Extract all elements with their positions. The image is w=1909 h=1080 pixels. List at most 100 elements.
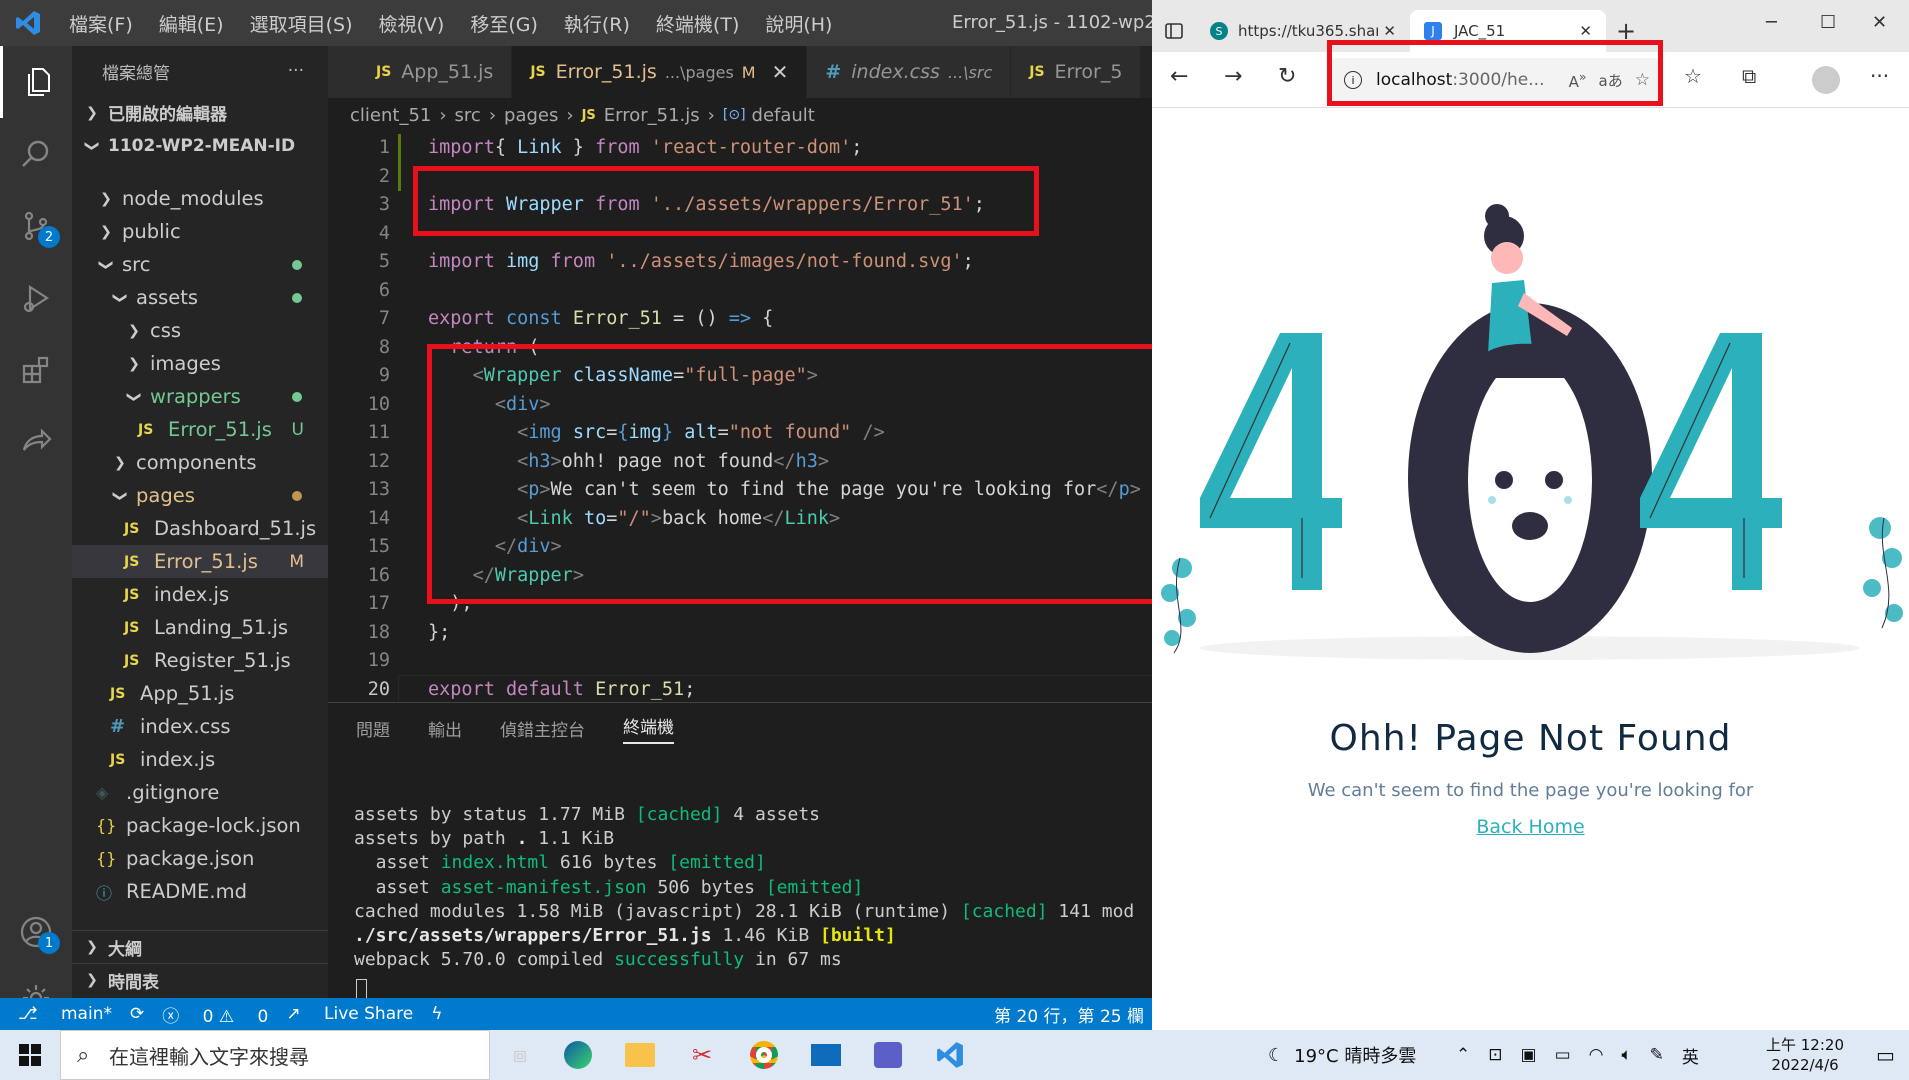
taskbar-search[interactable]: ⌕ 在這裡輸入文字來搜尋 (60, 1030, 490, 1080)
sync-icon[interactable]: ⟳ (130, 1004, 144, 1024)
menu-item[interactable]: 終端機(T) (643, 10, 752, 37)
breadcrumb-item[interactable]: pages (504, 105, 558, 126)
refresh-icon[interactable]: ↻ (1278, 64, 1296, 89)
code-line[interactable]: export const Error_51 = () => { (428, 305, 773, 334)
terminal-output[interactable]: assets by status 1.77 MiB [cached] 4 ass… (354, 803, 1134, 972)
windows-start-icon[interactable] (12, 1038, 48, 1072)
folder-item[interactable]: ❯ components (72, 446, 328, 479)
teams-icon[interactable] (870, 1038, 906, 1072)
account-icon[interactable]: 1 (0, 896, 72, 968)
file-item[interactable]: JS Register_51.js (72, 644, 328, 677)
branch-status[interactable]: ⎇ main* (18, 1004, 112, 1024)
file-item[interactable]: JS Error_51.js U (72, 413, 328, 446)
breadcrumb-item[interactable]: client_51 (350, 105, 431, 126)
outline-section[interactable]: ❯ 大綱 (72, 930, 328, 963)
panel-tab[interactable]: 終端機 (623, 713, 674, 744)
file-item[interactable]: ◈ .gitignore (72, 776, 328, 809)
problems-status[interactable]: ⓧ 0 ⚠ 0 (162, 1002, 268, 1027)
breadcrumb-item[interactable]: default (752, 105, 815, 126)
back-home-link[interactable]: Back Home (1152, 816, 1909, 838)
collections-icon[interactable]: ⧉ (1742, 64, 1756, 88)
project-section[interactable]: ❯ 1102-WP2-MEAN-ID (72, 129, 328, 162)
file-item[interactable]: JS Dashboard_51.js (72, 512, 328, 545)
panel-tab[interactable]: 輸出 (428, 716, 462, 741)
explorer-icon[interactable] (0, 46, 72, 118)
volume-icon[interactable]: 🔈︎ (1621, 1045, 1631, 1065)
chrome-icon[interactable] (746, 1038, 782, 1072)
extensions-icon[interactable] (0, 334, 72, 406)
lightning-icon[interactable]: ϟ (431, 1004, 442, 1024)
more-menu-icon[interactable]: ··· (1870, 64, 1889, 88)
back-icon[interactable]: ← (1170, 64, 1188, 89)
folder-item[interactable]: ❯ node_modules (72, 182, 328, 215)
weather-widget[interactable]: ☾ 19°C 晴時多雲 (1268, 1030, 1416, 1080)
battery-icon[interactable]: ▭ (1555, 1045, 1571, 1065)
live-share-icon[interactable] (0, 406, 72, 478)
mail-icon[interactable] (808, 1038, 844, 1072)
file-item[interactable]: {} package.json (72, 842, 328, 875)
panel-tab[interactable]: 偵錯主控台 (500, 716, 585, 741)
file-item[interactable]: JS Error_51.js M (72, 545, 328, 578)
folder-item[interactable]: ❯ images (72, 347, 328, 380)
file-item[interactable]: JS index.js (72, 578, 328, 611)
forward-icon[interactable]: → (1224, 64, 1242, 89)
notifications-icon[interactable]: ▭ (1876, 1030, 1895, 1080)
system-tray[interactable]: ⌃ ⊡ ▣ ▭ ◠ 🔈︎ ✎ 英 (1456, 1030, 1699, 1080)
editor-tab[interactable]: JS Error_5 (1011, 46, 1142, 98)
code-line[interactable]: import img from '../assets/images/not-fo… (428, 248, 974, 277)
file-item[interactable]: {} package-lock.json (72, 809, 328, 842)
display-icon[interactable]: ▣ (1521, 1045, 1537, 1065)
open-editors-section[interactable]: ❯ 已開啟的編輯器 (72, 96, 328, 129)
file-explorer-icon[interactable] (622, 1038, 658, 1072)
menu-item[interactable]: 檢視(V) (366, 10, 458, 37)
favorites-icon[interactable]: ☆ (1684, 64, 1702, 88)
live-share-status[interactable]: ↗ Live Share (286, 1004, 413, 1024)
snipping-tool-icon[interactable]: ✂ (684, 1038, 720, 1072)
close-tab-icon[interactable]: ✕ (1383, 22, 1396, 40)
cursor-position[interactable]: 第 20 行，第 25 欄 (994, 1002, 1144, 1027)
menu-item[interactable]: 編輯(E) (146, 10, 237, 37)
task-view-icon[interactable]: ⧈ (502, 1038, 538, 1072)
search-icon[interactable] (0, 118, 72, 190)
editor-tab[interactable]: # index.css ...\src (807, 46, 1012, 98)
profile-avatar[interactable] (1812, 66, 1840, 94)
file-item[interactable]: JS index.js (72, 743, 328, 776)
more-actions-icon[interactable]: ··· (288, 61, 304, 81)
edge-icon[interactable] (560, 1038, 596, 1072)
file-item[interactable]: JS Landing_51.js (72, 611, 328, 644)
folder-item[interactable]: ❯ src (72, 248, 328, 281)
file-item[interactable]: JS App_51.js (72, 677, 328, 710)
menu-item[interactable]: 選取項目(S) (237, 10, 366, 37)
breadcrumb-item[interactable]: Error_51.js (604, 105, 700, 126)
timeline-section[interactable]: ❯ 時間表 (72, 963, 328, 996)
vscode-taskbar-icon[interactable] (932, 1038, 968, 1072)
editor-tab[interactable]: JS App_51.js (328, 46, 513, 98)
close-window-icon[interactable]: ✕ (1872, 12, 1887, 33)
clock[interactable]: 上午 12:20 2022/4/6 (1766, 1030, 1844, 1080)
menu-item[interactable]: 移至(G) (457, 10, 551, 37)
editor-tab[interactable]: JS Error_51.js ...\pages M ✕ (512, 46, 808, 98)
file-item[interactable]: ⓘ README.md (72, 875, 328, 908)
folder-item[interactable]: ❯ assets (72, 281, 328, 314)
wifi-icon[interactable]: ◠ (1589, 1045, 1604, 1065)
pen-icon[interactable]: ✎ (1650, 1045, 1664, 1065)
folder-item[interactable]: ❯ pages (72, 479, 328, 512)
breadcrumb-item[interactable]: src (455, 105, 481, 126)
file-item[interactable]: # index.css (72, 710, 328, 743)
source-control-icon[interactable]: 2 (0, 190, 72, 262)
menu-item[interactable]: 檔案(F) (56, 10, 146, 37)
chevron-up-icon[interactable]: ⌃ (1456, 1045, 1470, 1065)
close-tab-icon[interactable]: ✕ (772, 60, 789, 84)
minimize-icon[interactable]: ─ (1766, 12, 1777, 33)
menu-item[interactable]: 說明(H) (752, 10, 845, 37)
run-debug-icon[interactable] (0, 262, 72, 334)
code-line[interactable]: import{ Link } from 'react-router-dom'; (428, 134, 862, 163)
code-line[interactable]: }; (428, 619, 450, 648)
meet-icon[interactable]: ⊡ (1488, 1045, 1502, 1065)
ime-indicator[interactable]: 英 (1682, 1043, 1699, 1068)
folder-item[interactable]: ❯ wrappers (72, 380, 328, 413)
folder-item[interactable]: ❯ public (72, 215, 328, 248)
folder-item[interactable]: ❯ css (72, 314, 328, 347)
maximize-icon[interactable]: ☐ (1820, 12, 1836, 33)
panel-tab[interactable]: 問題 (356, 716, 390, 741)
